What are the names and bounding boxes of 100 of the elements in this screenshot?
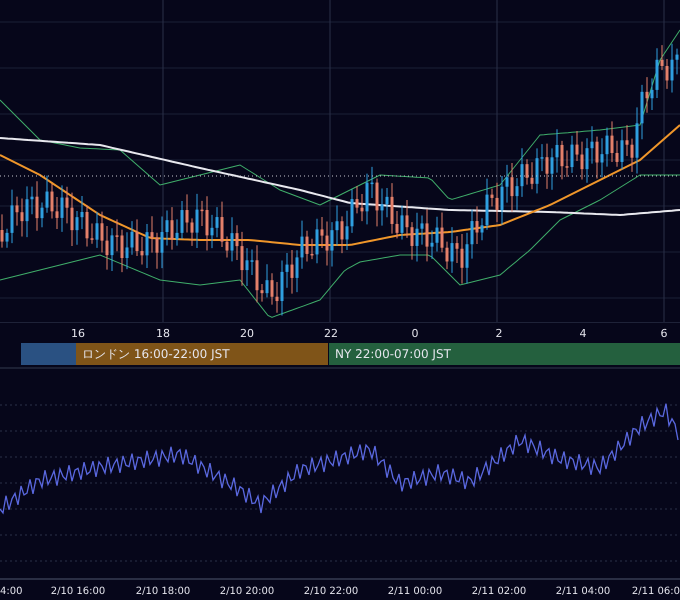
- candlestick: [630, 138, 634, 172]
- candlestick: [600, 138, 604, 178]
- candlestick: [470, 208, 474, 260]
- hour-label: 4: [580, 327, 586, 340]
- candlestick: [200, 200, 204, 226]
- candlestick: [6, 228, 8, 248]
- candlestick: [90, 223, 94, 244]
- candlestick: [160, 216, 164, 269]
- candlestick: [26, 186, 28, 238]
- candlestick: [256, 244, 258, 303]
- time-label: 2/11 04:00: [556, 586, 610, 597]
- candlestick: [0, 214, 4, 248]
- candlestick: [506, 164, 508, 204]
- candlestick: [566, 150, 568, 178]
- candlestick: [316, 218, 318, 264]
- candlestick: [46, 175, 48, 214]
- candlestick: [426, 208, 428, 262]
- candlestick: [30, 186, 34, 215]
- candlestick: [236, 224, 238, 260]
- candlestick: [60, 184, 64, 232]
- candlestick: [136, 218, 138, 257]
- candlestick: [146, 224, 148, 268]
- candlestick: [446, 241, 448, 270]
- candlestick: [430, 230, 434, 260]
- candlestick: [306, 230, 308, 262]
- candlestick: [550, 148, 554, 190]
- hour-label: 18: [156, 327, 170, 340]
- candlestick: [150, 216, 154, 254]
- time-label: 2/11 00:00: [388, 586, 442, 597]
- candlestick: [486, 178, 488, 230]
- hour-label: 6: [660, 327, 668, 340]
- candlestick: [126, 232, 128, 270]
- candlestick: [606, 127, 608, 168]
- candlestick: [336, 204, 338, 246]
- candlestick: [536, 148, 538, 194]
- candlestick: [496, 182, 498, 223]
- candlestick: [166, 210, 168, 246]
- hour-label: 0: [412, 327, 418, 340]
- candlestick: [276, 281, 278, 314]
- candlestick: [220, 201, 224, 248]
- candlestick: [366, 173, 368, 225]
- candlestick: [640, 84, 644, 140]
- candlestick: [190, 218, 194, 246]
- candlestick: [340, 216, 344, 254]
- candlestick: [356, 186, 358, 214]
- candlestick: [310, 238, 314, 260]
- session-bar: NY 22:00-07:00 JST: [329, 343, 680, 365]
- candlestick: [320, 216, 324, 249]
- candlestick: [86, 204, 88, 248]
- candlestick: [450, 226, 454, 274]
- candlestick: [230, 216, 234, 262]
- candlestick: [20, 198, 24, 238]
- candlestick: [576, 130, 578, 162]
- candlestick: [120, 229, 124, 273]
- candlestick: [350, 188, 354, 234]
- candlestick: [596, 136, 598, 179]
- candlestick: [196, 193, 198, 248]
- candlestick: [570, 135, 574, 174]
- candlestick: [266, 264, 268, 298]
- candlestick: [436, 216, 438, 252]
- candlestick: [180, 200, 184, 240]
- candlestick: [216, 206, 218, 238]
- candlestick: [106, 226, 108, 270]
- candlestick: [406, 199, 408, 238]
- candlestick: [246, 248, 248, 286]
- candlestick: [40, 202, 44, 228]
- candlestick: [116, 218, 118, 252]
- hour-label: 16: [71, 327, 85, 340]
- candlestick: [66, 186, 68, 224]
- candlestick: [620, 129, 624, 170]
- candlestick: [296, 250, 298, 293]
- candlestick: [360, 194, 364, 222]
- time-label: 4:00: [0, 586, 22, 597]
- candlestick: [586, 138, 588, 184]
- candlestick: [660, 44, 664, 71]
- candlestick: [386, 188, 388, 218]
- candlestick: [260, 284, 264, 302]
- candlestick: [480, 218, 484, 241]
- candlestick: [466, 232, 468, 284]
- candlestick: [240, 231, 244, 286]
- candlestick: [670, 43, 674, 93]
- candlestick: [526, 158, 528, 186]
- candlestick: [666, 58, 668, 90]
- candlestick: [610, 120, 614, 162]
- candlestick: [546, 143, 548, 190]
- candlestick: [516, 178, 518, 210]
- candlestick: [176, 218, 178, 246]
- candlestick: [530, 162, 534, 190]
- candlestick: [416, 212, 418, 262]
- candlestick: [250, 248, 254, 276]
- candlestick: [76, 210, 78, 246]
- hour-label: 2: [496, 327, 502, 340]
- candlestick: [390, 182, 394, 234]
- candlestick: [636, 106, 638, 174]
- candlestick: [490, 188, 494, 208]
- candlestick: [16, 196, 18, 226]
- candlestick: [346, 210, 348, 250]
- candlestick: [226, 236, 228, 258]
- candlestick: [300, 220, 304, 270]
- time-label: 2/10 22:00: [304, 586, 358, 597]
